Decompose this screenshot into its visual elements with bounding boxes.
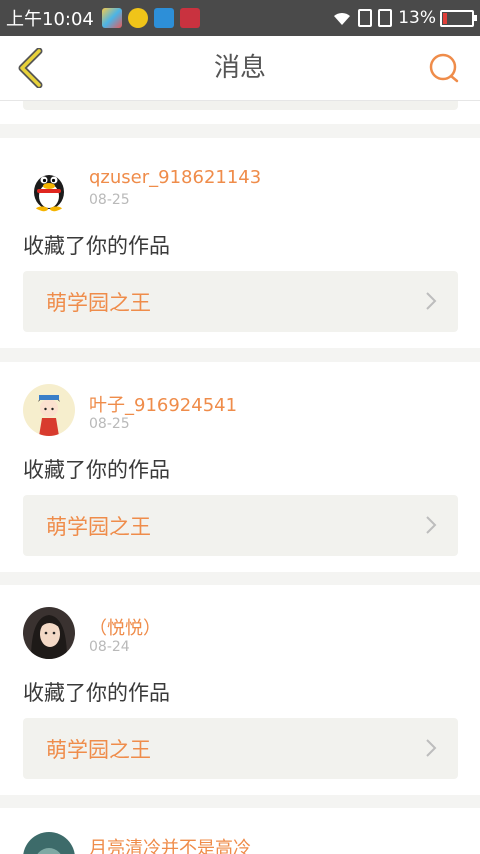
search-button[interactable]: [428, 52, 460, 84]
username[interactable]: 叶子_916924541: [89, 391, 237, 417]
avatar[interactable]: [23, 607, 75, 659]
page-title: 消息: [213, 53, 266, 83]
avatar[interactable]: [23, 160, 75, 212]
message-feed[interactable]: qzuser_918621143 08-25 收藏了你的作品 萌学园之王 叶子_…: [0, 101, 480, 854]
username[interactable]: qzuser_918621143: [89, 167, 261, 188]
notification-card: 叶子_916924541 08-25 收藏了你的作品 萌学园之王: [0, 362, 480, 572]
app-notification-icon: [101, 8, 122, 28]
notification-date: 08-24: [89, 639, 130, 655]
work-title: 萌学园之王: [46, 515, 151, 539]
work-link[interactable]: 萌学园之王: [23, 718, 458, 779]
sim-icon: [378, 9, 393, 27]
action-text: 收藏了你的作品: [23, 681, 170, 705]
app-notification-icon: [179, 8, 200, 28]
notification-date: 08-25: [89, 416, 130, 432]
app-notification-icon: [127, 8, 148, 28]
chevron-right-icon: [426, 739, 437, 757]
search-icon: [429, 53, 459, 83]
work-link[interactable]: 萌学园之王: [23, 271, 458, 332]
username[interactable]: 月亮清冷并不是高冷: [89, 834, 251, 854]
work-box: [23, 101, 458, 110]
battery-icon: [440, 9, 477, 27]
work-title: 萌学园之王: [46, 738, 151, 762]
username[interactable]: （悦悦）: [89, 614, 161, 640]
sim-icon: [358, 9, 373, 27]
action-text: 收藏了你的作品: [23, 234, 170, 258]
app-header: 消息: [0, 36, 480, 101]
work-link[interactable]: 萌学园之王: [23, 495, 458, 556]
action-text: 收藏了你的作品: [23, 458, 170, 482]
notification-card: qzuser_918621143 08-25 收藏了你的作品 萌学园之王: [0, 138, 480, 348]
chevron-right-icon: [426, 516, 437, 534]
previous-card-partial: [0, 101, 480, 124]
wifi-icon: [332, 10, 352, 26]
avatar[interactable]: [23, 384, 75, 436]
notification-card: 月亮清冷并不是高冷: [0, 808, 480, 854]
notification-date: 08-25: [89, 192, 130, 208]
status-bar: 上午10:04 13%: [0, 0, 480, 36]
app-notification-icon: [153, 8, 174, 28]
avatar[interactable]: [23, 832, 75, 854]
status-time: 上午10:04: [6, 9, 94, 30]
chevron-right-icon: [426, 292, 437, 310]
battery-percent: 13%: [398, 8, 436, 28]
work-title: 萌学园之王: [46, 291, 151, 315]
notification-card: （悦悦） 08-24 收藏了你的作品 萌学园之王: [0, 585, 480, 795]
